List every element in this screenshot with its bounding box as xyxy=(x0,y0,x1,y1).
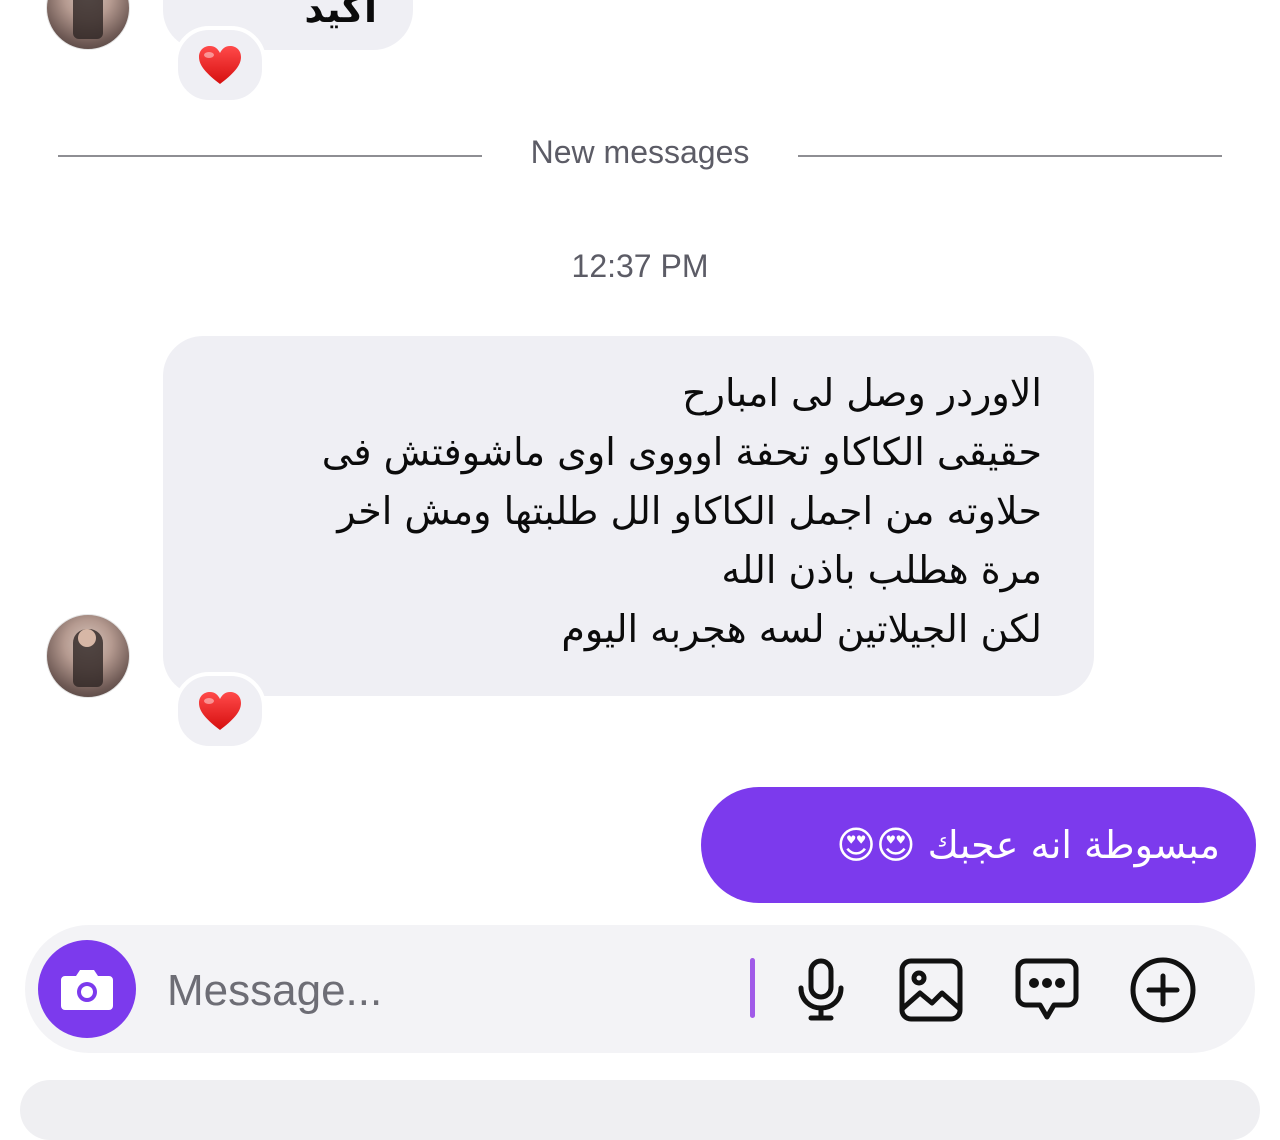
avatar[interactable] xyxy=(46,614,130,698)
message-bubble-incoming[interactable]: الاوردر وصل لى امبارح حقيقى الكاكاو تحفة… xyxy=(163,336,1094,696)
camera-button[interactable] xyxy=(38,940,136,1038)
sticker-button[interactable] xyxy=(1012,955,1082,1025)
reaction-badge[interactable]: ❤️ xyxy=(174,26,266,104)
camera-icon xyxy=(61,970,113,1010)
message-line: لكن الجيلاتين لسه هجربه اليوم xyxy=(561,607,1042,651)
new-messages-divider: New messages xyxy=(530,134,750,170)
message-line: الاوردر وصل لى امبارح xyxy=(682,371,1042,415)
divider-line-right xyxy=(798,155,1222,157)
heart-icon xyxy=(199,46,241,84)
message-bubble-outgoing[interactable]: مبسوطة انه عجبك 😍😍 xyxy=(701,787,1256,903)
microphone-icon xyxy=(798,958,844,1021)
message-line: حقيقى الكاكاو تحفة اوووى اوى ماشوفتش فى xyxy=(321,430,1042,474)
plus-icon xyxy=(1130,957,1196,1023)
message-text: مبسوطة انه عجبك 😍😍 xyxy=(836,823,1220,867)
message-timestamp: 12:37 PM xyxy=(571,248,709,284)
message-input[interactable] xyxy=(165,955,729,1027)
message-line: حلاوته من اجمل الكاكاو الل طلبتها ومش اخ… xyxy=(337,489,1042,533)
avatar[interactable] xyxy=(46,0,130,50)
message-line: مرة هطلب باذن الله xyxy=(721,548,1042,592)
microphone-button[interactable] xyxy=(786,955,856,1025)
sticker-chat-icon xyxy=(1015,958,1079,1020)
heart-icon xyxy=(199,692,241,730)
gallery-button[interactable] xyxy=(896,955,966,1025)
image-icon xyxy=(899,958,963,1022)
text-cursor xyxy=(750,958,755,1018)
add-button[interactable] xyxy=(1128,955,1198,1025)
bottom-bar xyxy=(20,1080,1260,1140)
reaction-badge[interactable]: ❤️ xyxy=(174,672,266,750)
divider-line-left xyxy=(58,155,482,157)
